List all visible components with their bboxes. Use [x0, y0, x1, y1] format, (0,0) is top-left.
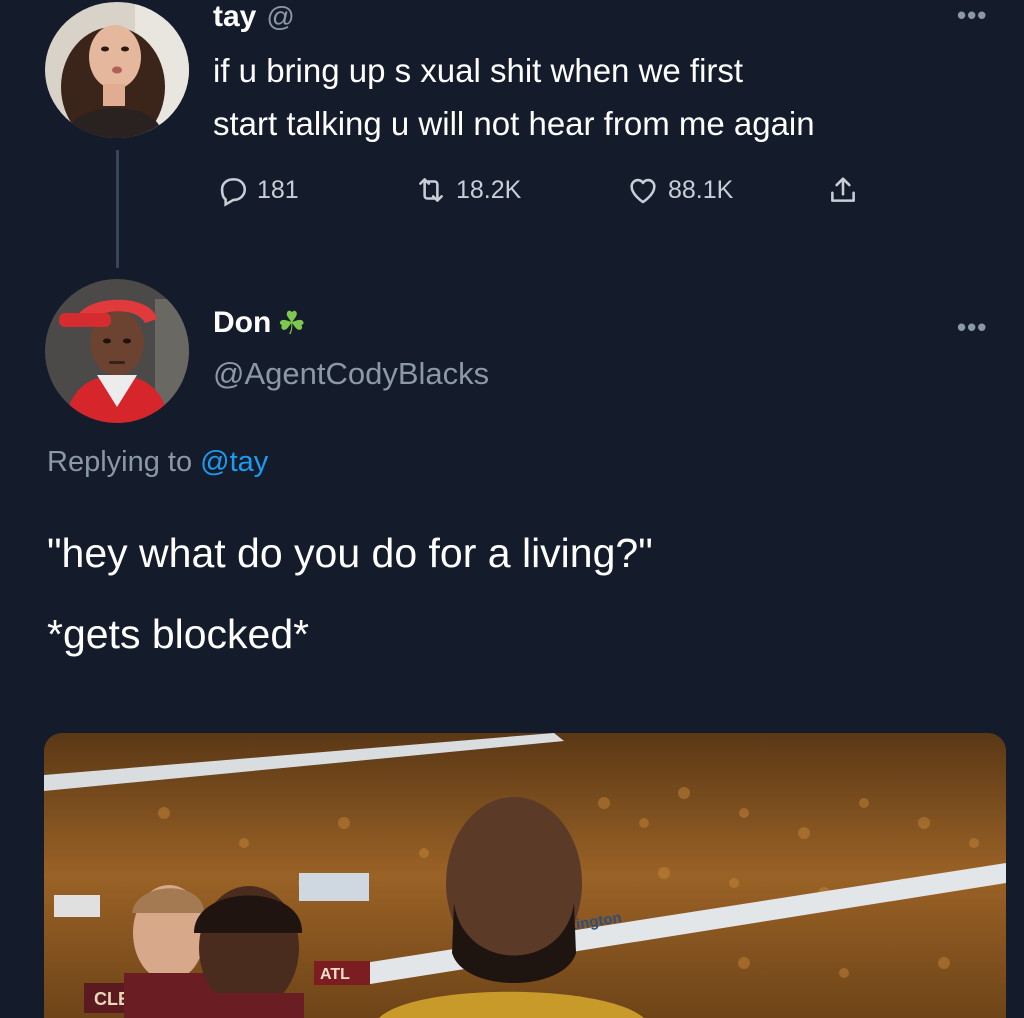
- share-button[interactable]: [826, 173, 860, 207]
- like-button[interactable]: 88.1K: [626, 173, 733, 207]
- thread-connector-line: [116, 150, 119, 268]
- tweet-text-line-2: start talking u will not hear from me ag…: [213, 105, 815, 142]
- scoreboard-atl: ATL: [320, 966, 350, 983]
- avatar-tay-image: [45, 2, 189, 138]
- more-options-icon[interactable]: •••: [957, 312, 987, 343]
- reply-icon: [220, 178, 247, 207]
- replying-to-mention-link[interactable]: @tay: [200, 446, 268, 478]
- share-icon: [831, 177, 855, 202]
- replying-to-line: Replying to @tay: [47, 446, 268, 479]
- tweet-header-tay: tay @: [213, 0, 295, 34]
- reply-button[interactable]: 181: [215, 173, 299, 207]
- retweet-count: 18.2K: [456, 175, 522, 204]
- arena-photo: tington CLE ATL: [44, 733, 1006, 1018]
- author-name[interactable]: tay: [213, 0, 256, 34]
- reply-text-line-2: *gets blocked*: [47, 611, 310, 657]
- clover-icon: ☘: [277, 305, 307, 341]
- retweet-button[interactable]: 18.2K: [414, 173, 521, 207]
- avatar-don-image: [45, 279, 189, 423]
- author-handle[interactable]: @: [266, 1, 294, 33]
- reply-text-line-1: "hey what do you do for a living?": [47, 530, 653, 576]
- author-name[interactable]: Don: [213, 306, 271, 340]
- attached-media-image[interactable]: tington CLE ATL: [44, 733, 1006, 1018]
- avatar-don[interactable]: [45, 279, 189, 423]
- heart-icon: [630, 178, 656, 204]
- author-handle[interactable]: @AgentCodyBlacks: [213, 356, 489, 392]
- more-options-icon[interactable]: •••: [957, 0, 987, 31]
- reply-count: 181: [257, 175, 299, 204]
- avatar-tay[interactable]: [45, 2, 189, 138]
- tweet-text-line-1: if u bring up s xual shit when we first: [213, 52, 744, 89]
- replying-to-label: Replying to: [47, 446, 201, 478]
- like-count: 88.1K: [668, 175, 734, 204]
- retweet-icon: [419, 178, 443, 202]
- tweet-header-don: Don ☘: [213, 304, 306, 342]
